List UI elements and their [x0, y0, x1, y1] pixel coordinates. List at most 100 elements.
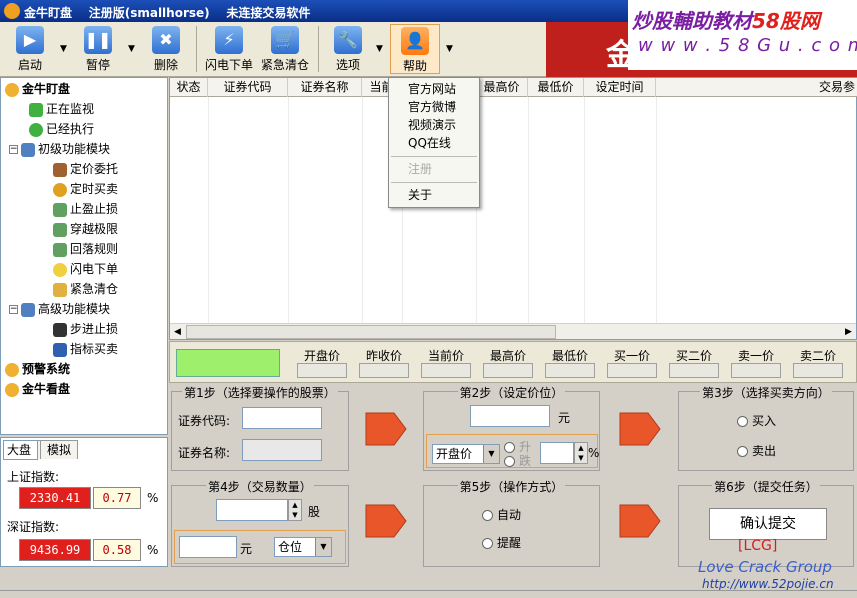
shares-stepper[interactable]: ▲ ▼: [288, 499, 302, 521]
help-button[interactable]: 👤 帮助: [390, 24, 440, 74]
sz-index-value: 9436.99: [19, 539, 91, 561]
tree-item-watch[interactable]: 金牛看盘: [5, 380, 70, 398]
index-panel: 大盘锁定模拟 上证指数: 2330.41 0.77 % 深证指数: 9436.9…: [0, 437, 168, 567]
pct-input[interactable]: [540, 442, 574, 464]
collapse-icon[interactable]: −: [9, 145, 18, 154]
scroll-right-icon[interactable]: ▶: [841, 325, 856, 339]
tree-item-advanced[interactable]: − 高级功能模块: [9, 300, 110, 318]
amount-unit: 元: [240, 542, 253, 556]
price-type-select[interactable]: 开盘价 ▼: [432, 444, 500, 464]
step-icon: [53, 322, 67, 337]
quote-value-ask2: [793, 363, 843, 378]
tree-item-clear-all[interactable]: 紧急清仓: [53, 280, 118, 298]
tree-item-executed[interactable]: 已经执行: [29, 120, 94, 138]
step2-panel: 第2步（设定价位） 元 开盘价 ▼ 升 跌 ▲ ▼ %: [423, 386, 600, 471]
pct-stepper[interactable]: ▲ ▼: [574, 442, 588, 464]
grid-line: [656, 97, 657, 323]
down-radio[interactable]: 跌: [504, 452, 531, 469]
options-button[interactable]: 🔧 选项: [326, 24, 370, 74]
clear-all-button[interactable]: 🛒 紧急清仓: [258, 24, 312, 74]
options-label: 选项: [335, 58, 360, 72]
pause-dropdown-icon[interactable]: ▼: [128, 44, 135, 54]
menu-separator: [391, 156, 477, 157]
tree-root[interactable]: 金牛盯盘: [5, 80, 70, 98]
toolbar-separator: [196, 26, 197, 72]
sell-radio[interactable]: 卖出: [737, 442, 776, 459]
next-arrow-icon: [365, 412, 407, 446]
pause-button[interactable]: ❚❚ 暂停: [76, 24, 120, 74]
tree-item-step-stop[interactable]: 步进止损: [53, 320, 118, 338]
menu-item-video[interactable]: 视频演示: [390, 116, 478, 134]
col-name[interactable]: 证券名称: [288, 78, 362, 97]
horizontal-scrollbar[interactable]: ◀ ▶: [170, 323, 856, 339]
tree-item-stop[interactable]: 止盈止损: [53, 200, 118, 218]
code-label: 证券代码:: [178, 414, 231, 428]
menu-item-about[interactable]: 关于: [390, 186, 478, 204]
scroll-left-icon[interactable]: ◀: [170, 325, 185, 339]
help-dropdown-icon[interactable]: ▼: [446, 44, 453, 54]
help-menu: 官方网站 官方微博 视频演示 QQ在线 注册 关于: [388, 77, 480, 208]
quote-value-bid1: [607, 363, 657, 378]
tab-simulate[interactable]: 模拟: [40, 440, 79, 459]
quote-value-ask1: [731, 363, 781, 378]
menu-item-website[interactable]: 官方网站: [390, 80, 478, 98]
amount-input[interactable]: [179, 536, 237, 558]
collapse-icon[interactable]: −: [9, 305, 18, 314]
col-status[interactable]: 状态: [170, 78, 208, 97]
code-input[interactable]: [242, 407, 322, 429]
quote-label-bid1: 买一价: [613, 349, 650, 363]
tree-item-cross-limit[interactable]: 穿越极限: [53, 220, 118, 238]
pullback-icon: [53, 242, 67, 257]
tree-item-pullback[interactable]: 回落规则: [53, 240, 118, 258]
step2-title: 第2步（设定价位）: [457, 386, 566, 400]
price-input[interactable]: [470, 405, 550, 427]
task-table: 状态 证券代码 证券名称 当前 最高价 最低价 设定时间 交易参 ◀ ▶: [169, 77, 857, 340]
watermark: 炒股輔助教材58股网 w w w . 5 8 G u . c o m: [628, 0, 857, 70]
quote-label-high: 最高价: [489, 349, 526, 363]
remind-radio[interactable]: 提醒: [482, 534, 521, 551]
window-title: 金牛盯盘 注册版(smallhorse) 未连接交易软件: [24, 6, 311, 20]
flash-order-button[interactable]: ⚡ 闪电下单: [202, 24, 256, 74]
position-select[interactable]: 仓位 ▼: [274, 537, 332, 557]
auto-radio[interactable]: 自动: [482, 506, 521, 523]
delete-button[interactable]: ✖ 删除: [144, 24, 188, 74]
sh-index-label: 上证指数:: [7, 470, 60, 484]
start-button[interactable]: ▶ 启动: [8, 24, 52, 74]
col-high[interactable]: 最高价: [476, 78, 528, 97]
yen-icon: [53, 162, 67, 177]
sz-index-label: 深证指数:: [7, 520, 60, 534]
tree-item-monitoring[interactable]: 正在监视: [29, 100, 94, 118]
tree-item-basic[interactable]: − 初级功能模块: [9, 140, 110, 158]
credit-watermark: [LCG] Love Crack Group http://www.52poji…: [690, 520, 857, 598]
chevron-down-icon[interactable]: ▼: [315, 538, 331, 556]
tree-item-timed-trade[interactable]: 定时买卖: [53, 180, 118, 198]
help-label: 帮助: [402, 59, 427, 73]
chevron-down-icon[interactable]: ▼: [483, 445, 499, 463]
col-set-time[interactable]: 设定时间: [584, 78, 656, 97]
tab-market[interactable]: 大盘: [3, 440, 39, 460]
shares-input[interactable]: [216, 499, 288, 521]
credit-tag: [LCG]: [738, 538, 778, 554]
scroll-thumb[interactable]: [186, 325, 556, 339]
user-icon: 👤: [401, 27, 429, 55]
quote-value-low: [545, 363, 595, 378]
step5-title: 第5步（操作方式）: [457, 480, 566, 494]
menu-item-qq[interactable]: QQ在线: [390, 134, 478, 152]
lightning-icon: [53, 262, 67, 277]
tree-item-alert[interactable]: 预警系统: [5, 360, 70, 378]
grid-line: [362, 97, 363, 323]
col-trade-params[interactable]: 交易参: [656, 78, 857, 97]
buy-radio[interactable]: 买入: [737, 412, 776, 429]
tree-item-indicator-trade[interactable]: 指标买卖: [53, 340, 118, 358]
col-code[interactable]: 证券代码: [208, 78, 288, 97]
quote-value-open: [297, 363, 347, 378]
tree-item-price-order[interactable]: 定价委托: [53, 160, 118, 178]
shares-unit: 股: [308, 505, 321, 519]
quote-label-open: 开盘价: [303, 349, 340, 363]
menu-item-weibo[interactable]: 官方微博: [390, 98, 478, 116]
credit-site: http://www.52pojie.cn: [702, 577, 834, 591]
options-dropdown-icon[interactable]: ▼: [376, 44, 383, 54]
start-dropdown-icon[interactable]: ▼: [60, 44, 67, 54]
tree-item-flash-order[interactable]: 闪电下单: [53, 260, 118, 278]
col-low[interactable]: 最低价: [528, 78, 584, 97]
